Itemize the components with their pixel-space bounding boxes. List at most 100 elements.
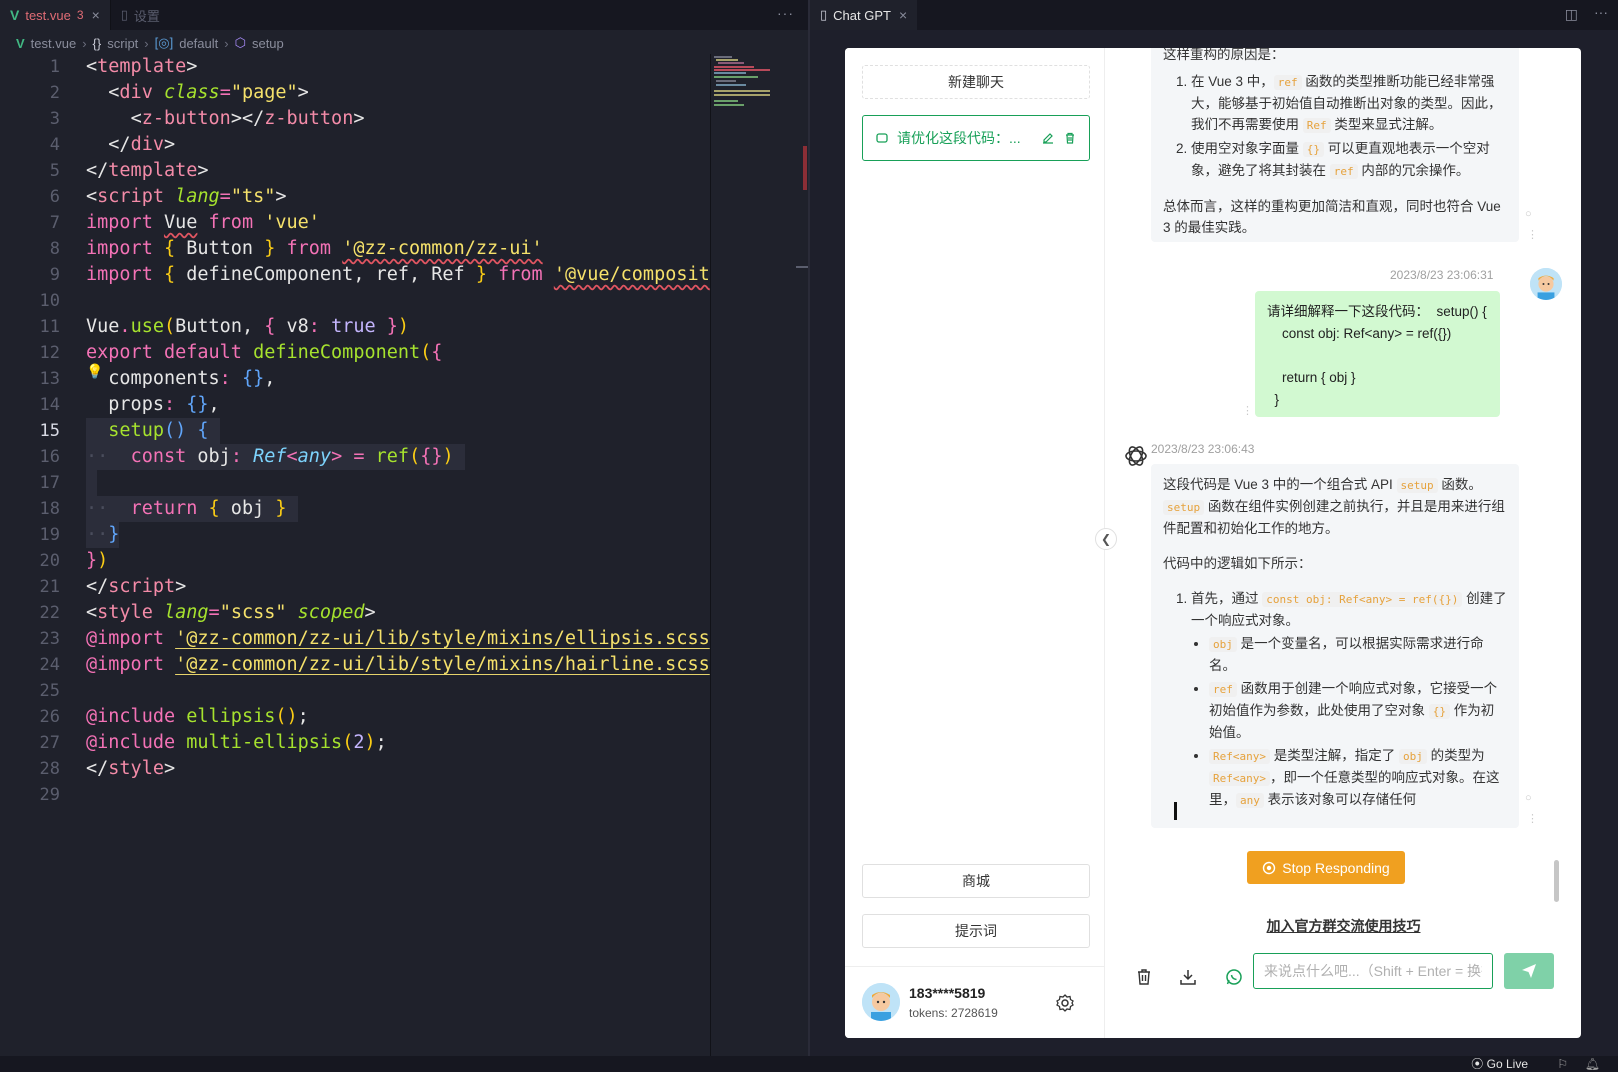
inline-code: {} <box>1428 704 1451 719</box>
chat-sidebar: 新建聊天 请优化这段代码：... 商城 提示词 183****5819 toke… <box>845 48 1105 1038</box>
chat-bubble-icon <box>876 133 888 143</box>
message-menu-icon[interactable]: ⋮ <box>1527 228 1538 241</box>
trash-icon[interactable] <box>1134 967 1154 987</box>
code-line: <script lang="ts"> <box>86 186 287 207</box>
inline-code: obj <box>1209 637 1237 652</box>
whatsapp-icon[interactable] <box>1224 967 1244 987</box>
send-button[interactable] <box>1504 953 1554 989</box>
delete-icon[interactable] <box>1063 131 1077 145</box>
code-line: @import '@zz-common/zz-ui/lib/style/mixi… <box>86 628 710 649</box>
tab-label: Chat GPT <box>833 7 891 23</box>
inline-code: setup <box>1396 478 1438 493</box>
code-line: import { defineComponent, ref, Ref } fro… <box>86 264 710 285</box>
code-line: </div> <box>108 134 176 155</box>
more-actions-icon[interactable]: ··· <box>777 5 794 21</box>
message-text: 这样重构的原因是： <box>1163 48 1285 62</box>
list-item: Ref<any> 是类型注解，指定了 obj 的类型为 Ref<any>，即一个… <box>1209 745 1507 811</box>
message-menu-icon[interactable]: ⋮ <box>1527 812 1538 825</box>
code-line: ·· return { obj } <box>86 496 298 522</box>
edit-icon[interactable] <box>1041 131 1055 145</box>
code-line: export default defineComponent({ <box>86 342 443 363</box>
tab-chat-gpt[interactable]: ▯ Chat GPT × <box>810 0 918 30</box>
breadcrumb-item-file[interactable]: test.vue <box>31 36 77 51</box>
inline-code: const obj: Ref<any> = ref({}) <box>1262 592 1463 607</box>
variable-icon: [◎] <box>154 35 174 50</box>
list-item: obj 是一个变量名，可以根据实际需求进行命名。 <box>1209 633 1507 676</box>
code-line: }) <box>86 550 109 571</box>
download-icon[interactable] <box>1178 967 1198 987</box>
close-icon[interactable]: × <box>899 7 907 23</box>
inline-code: Ref <box>1302 118 1331 133</box>
message-timestamp: 2023/8/23 23:06:31 <box>1390 268 1494 282</box>
message-status-icon: ○ <box>1525 208 1532 220</box>
feedback-icon[interactable]: ⚐ <box>1557 1057 1568 1071</box>
avatar[interactable] <box>862 983 900 1021</box>
close-icon[interactable]: × <box>92 7 100 23</box>
assistant-message: 这样重构的原因是： 在 Vue 3 中，ref 函数的类型推断功能已经非常强大，… <box>1151 48 1519 242</box>
chat-item-title: 请优化这段代码：... <box>897 130 1021 146</box>
tab-test-vue[interactable]: V test.vue 3 × <box>0 0 110 30</box>
code-line: ··} <box>86 522 120 548</box>
message-list: 首先，通过 const obj: Ref<any> = ref({}) 创建了一… <box>1163 588 1507 631</box>
go-live-button[interactable]: ⦿ Go Live <box>1471 1056 1528 1072</box>
new-chat-button[interactable]: 新建聊天 <box>862 65 1090 99</box>
code-line: Vue.use(Button, { v8: true }) <box>86 316 410 337</box>
breadcrumb-item-setup[interactable]: setup <box>252 36 284 51</box>
tab-label: 设置 <box>133 8 160 24</box>
tab-settings[interactable]: ▯ 设置 <box>109 0 170 30</box>
message-list: 在 Vue 3 中，ref 函数的类型推断功能已经非常强大，能够基于初始值自动推… <box>1163 71 1507 182</box>
prompts-button[interactable]: 提示词 <box>862 914 1090 948</box>
lightbulb-icon[interactable]: 💡 <box>86 363 103 380</box>
chat-app: 新建聊天 请优化这段代码：... 商城 提示词 183****5819 toke… <box>845 48 1581 1038</box>
mall-button[interactable]: 商城 <box>862 864 1090 898</box>
minimap[interactable] <box>712 54 772 114</box>
join-group-link[interactable]: 加入官方群交流使用技巧 <box>1106 916 1581 936</box>
stop-circle-icon <box>1263 861 1276 874</box>
stop-label: Stop Responding <box>1282 859 1390 876</box>
code-line: import Vue from 'vue' <box>86 212 320 233</box>
scrollbar-thumb[interactable] <box>796 266 808 268</box>
braces-icon: {} <box>92 35 102 51</box>
split-editor-icon[interactable]: ◫ <box>1565 6 1578 23</box>
code-line: ·· const obj: Ref<any> = ref({}) <box>86 444 465 470</box>
message-text: 总体而言，这样的重构更加简洁和直观，同时也符合 Vue 3 的最佳实践。 <box>1163 199 1501 235</box>
more-actions-icon[interactable]: ··· <box>1594 4 1608 20</box>
inline-code: Ref<any> <box>1209 771 1270 786</box>
breadcrumb-item-script[interactable]: script <box>107 36 138 51</box>
file-icon: ▯ <box>120 7 128 22</box>
code-line: <template> <box>86 56 198 77</box>
status-bar: ⦿ Go Live ⚐ 🔔︎ <box>0 1056 1618 1072</box>
scrollbar-error-marker <box>803 146 807 190</box>
chat-scrollbar[interactable] <box>1554 860 1559 902</box>
chat-input[interactable] <box>1253 953 1493 989</box>
message-menu-icon[interactable]: ⋮ <box>1242 404 1253 417</box>
file-icon: ▯ <box>820 7 828 22</box>
message-sublist: obj 是一个变量名，可以根据实际需求进行命名。 ref 函数用于创建一个响应式… <box>1163 633 1507 811</box>
breadcrumb-item-default[interactable]: default <box>179 36 218 51</box>
stop-responding-button[interactable]: Stop Responding <box>1247 851 1405 884</box>
vue-file-icon: V <box>16 35 25 51</box>
bell-icon[interactable]: 🔔︎ <box>1585 1057 1600 1071</box>
chatgpt-panel: ▯ Chat GPT × ◫ ··· 新建聊天 请优化这段代码：... 商城 提… <box>810 0 1618 1056</box>
message-status-icon: ○ <box>1525 792 1532 804</box>
code-line: <style lang="scss" scoped> <box>86 602 376 623</box>
chat-messages[interactable]: 这样重构的原因是： 在 Vue 3 中，ref 函数的类型推断功能已经非常强大，… <box>1106 48 1581 948</box>
gear-icon[interactable] <box>1055 993 1075 1013</box>
code-line: <div class="page"> <box>108 82 309 103</box>
chevron-right-icon: › <box>224 35 229 51</box>
chat-history-item[interactable]: 请优化这段代码：... <box>862 115 1090 161</box>
code-editor[interactable]: V test.vue 3 × ▯ 设置 ··· V test.vue › {} … <box>0 0 808 1056</box>
token-count: tokens: 2728619 <box>909 1006 998 1020</box>
vue-file-icon: V <box>10 7 20 23</box>
inline-code: ref <box>1273 75 1302 90</box>
method-cube-icon: ⬡ <box>234 35 246 50</box>
list-item: 使用空对象字面量 {} 可以更直观地表示一个空对象，避免了将其封装在 ref 内… <box>1191 138 1507 182</box>
message-text: 这段代码是 Vue 3 中的一个组合式 API setup 函数。setup 函… <box>1163 477 1505 536</box>
avatar <box>1530 268 1562 300</box>
code-area[interactable]: 1 2 3 4 5 6 7 8 9 10 11 12 13 14 15 16 17 18 19 20 21 22 23 24 2… <box>0 54 730 1054</box>
chevron-right-icon: › <box>144 35 149 51</box>
inline-code: {} <box>1302 142 1325 157</box>
inline-code: setup <box>1163 500 1205 515</box>
inline-code: obj <box>1399 749 1427 764</box>
broadcast-icon: ⦿ <box>1471 1057 1487 1071</box>
